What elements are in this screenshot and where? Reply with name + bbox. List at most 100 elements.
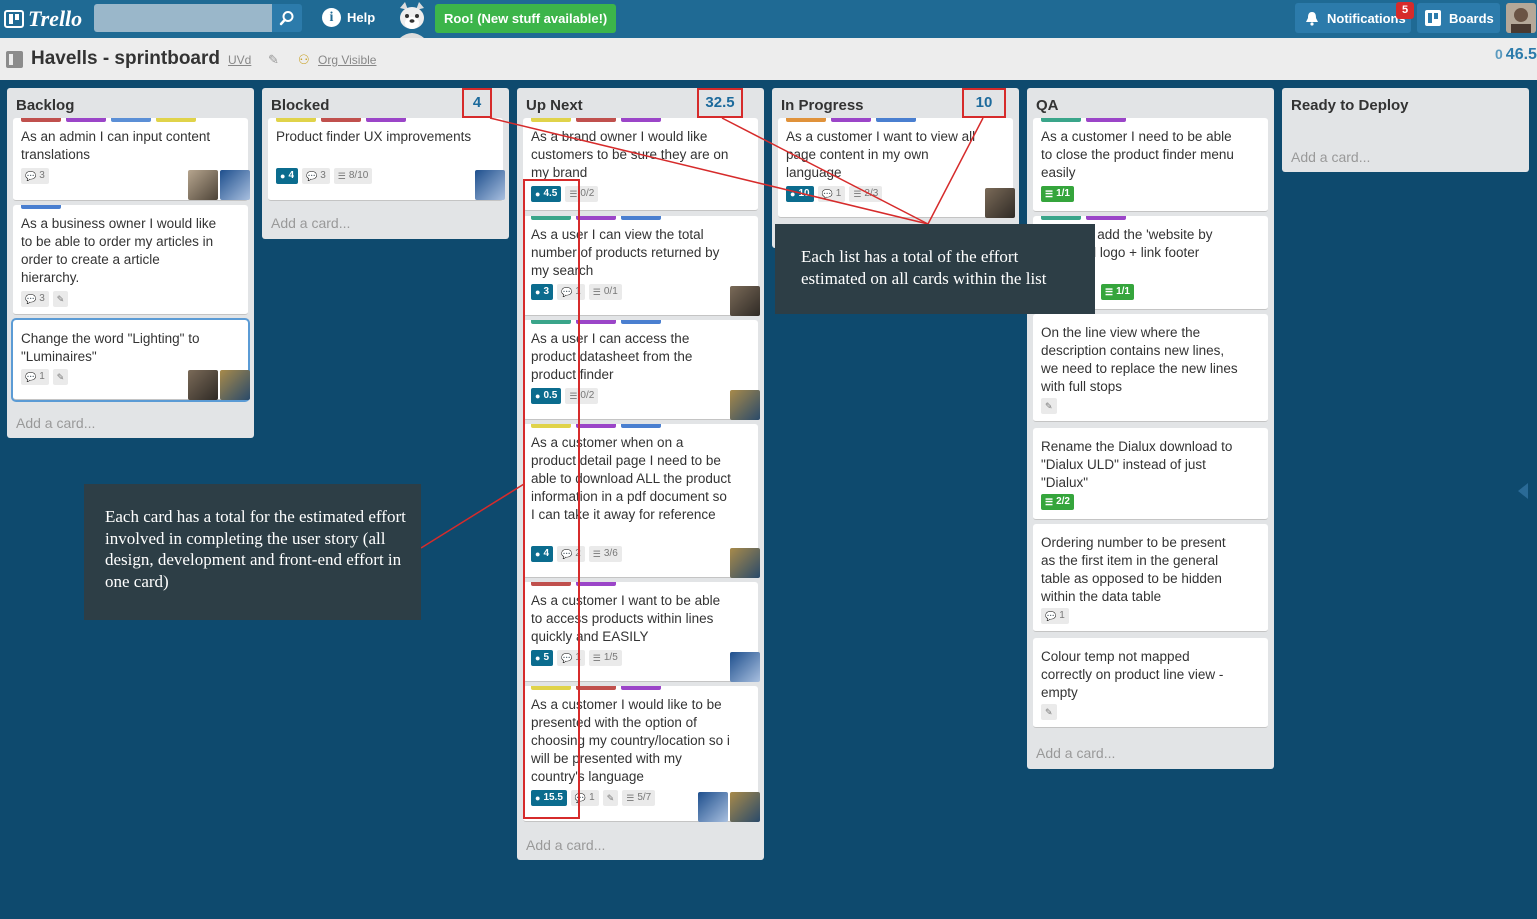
- boards-label: Boards: [1449, 10, 1494, 26]
- card-badges: ✎: [1041, 704, 1057, 720]
- checklist-badge: ☰ 2/3: [849, 186, 883, 202]
- roo-mascot-icon[interactable]: [394, 0, 430, 38]
- card-members: [188, 370, 250, 400]
- checklist-progress: 0/1: [603, 286, 618, 297]
- list-total-blocked: 4: [462, 88, 492, 118]
- checklist-icon: ☰: [1045, 497, 1054, 507]
- list-title[interactable]: Up Next: [526, 97, 583, 114]
- lightbulb-icon: ●: [535, 793, 541, 803]
- comment-icon: 💬: [1045, 611, 1057, 621]
- card[interactable]: As a user I can access the product datas…: [523, 320, 760, 420]
- list-title[interactable]: Blocked: [271, 97, 329, 114]
- card-labels: [531, 118, 661, 122]
- comment-icon: 💬: [306, 171, 318, 181]
- member-avatar[interactable]: [698, 792, 728, 822]
- pencil-icon: ✎: [1045, 707, 1053, 717]
- checklist-badge: ☰ 3/6: [588, 546, 622, 562]
- card[interactable]: As a user I can view the total number of…: [523, 216, 760, 316]
- add-card-link[interactable]: Add a card...: [526, 837, 605, 853]
- add-card-link[interactable]: Add a card...: [1036, 745, 1115, 761]
- card[interactable]: Colour temp not mapped correctly on prod…: [1033, 638, 1268, 728]
- search-button[interactable]: [272, 4, 302, 32]
- card-title: As a customer I need to be able to close…: [1041, 129, 1234, 180]
- member-avatar[interactable]: [730, 390, 760, 420]
- add-card-link[interactable]: Add a card...: [271, 215, 350, 231]
- comment-icon: 💬: [25, 171, 37, 181]
- add-card-link[interactable]: Add a card...: [1291, 149, 1370, 165]
- new-stuff-banner[interactable]: Roo! (New stuff available!): [435, 4, 617, 33]
- label: [576, 686, 616, 690]
- card[interactable]: Change the word "Lighting" to "Luminaire…: [13, 320, 250, 400]
- list-title[interactable]: QA: [1036, 97, 1059, 114]
- notifications-button[interactable]: Notifications: [1295, 3, 1411, 33]
- card[interactable]: On the line view where the description c…: [1033, 314, 1268, 422]
- label: [576, 424, 616, 428]
- label: [621, 118, 661, 122]
- board-title[interactable]: Havells - sprintboard: [31, 48, 220, 70]
- card-badges: 💬 3: [21, 168, 49, 184]
- boards-button[interactable]: Boards: [1417, 3, 1500, 33]
- description-badge: ✎: [1041, 704, 1057, 720]
- comments-count: 3: [320, 170, 326, 181]
- member-avatar[interactable]: [730, 548, 760, 578]
- list-title[interactable]: In Progress: [781, 97, 864, 114]
- card[interactable]: As a brand owner I would like customers …: [523, 118, 758, 211]
- comments-count: 3: [39, 293, 45, 304]
- lightbulb-icon: ●: [535, 287, 541, 297]
- org-link[interactable]: UVd: [228, 53, 251, 67]
- edit-pencil-icon[interactable]: ✎: [268, 52, 279, 68]
- board-header: Havells - sprintboard UVd ✎ ⚇ Org Visibl…: [0, 38, 1537, 80]
- comment-icon: 💬: [25, 294, 37, 304]
- trello-logo[interactable]: Trello: [4, 6, 82, 32]
- estimate-value: 3: [543, 286, 549, 297]
- label: [621, 424, 661, 428]
- card[interactable]: Product finder UX improvements ● 4 💬 3 ☰ 8/…: [268, 118, 505, 201]
- comments-count: 1: [575, 652, 581, 663]
- list-title[interactable]: Backlog: [16, 97, 74, 114]
- checklist-progress: 8/10: [348, 170, 369, 181]
- card[interactable]: As a customer I would like to be present…: [523, 686, 760, 822]
- label: [321, 118, 361, 122]
- card[interactable]: As a customer I want to be able to acces…: [523, 582, 760, 682]
- add-card-link[interactable]: Add a card...: [16, 415, 95, 431]
- member-avatar[interactable]: [475, 170, 505, 200]
- checklist-progress: 1/5: [603, 652, 618, 663]
- card[interactable]: As a customer I need to be able to close…: [1033, 118, 1268, 212]
- label: [1041, 216, 1081, 220]
- card-badges: ● 4 💬 2 ☰ 3/6: [531, 546, 622, 562]
- member-avatar[interactable]: [730, 286, 760, 316]
- card[interactable]: As a customer when on a product detail p…: [523, 424, 760, 578]
- user-avatar[interactable]: [1506, 3, 1536, 33]
- sidebar-expand-arrow-icon[interactable]: [1518, 483, 1528, 499]
- member-avatar[interactable]: [188, 370, 218, 400]
- member-avatar[interactable]: [730, 792, 760, 822]
- list-title[interactable]: Ready to Deploy: [1291, 97, 1409, 114]
- label: [576, 582, 616, 586]
- card[interactable]: As a business owner I would like to be a…: [13, 205, 248, 315]
- info-icon: i: [322, 8, 341, 27]
- card[interactable]: Rename the Dialux download to "Dialux UL…: [1033, 428, 1268, 520]
- lightbulb-icon: ●: [280, 171, 286, 181]
- member-avatar[interactable]: [985, 188, 1015, 218]
- estimate-badge: ● 4.5: [531, 186, 562, 202]
- visibility-link[interactable]: Org Visible: [318, 53, 376, 67]
- card-badges: ☰ 2/2: [1041, 494, 1074, 510]
- notifications-count-badge[interactable]: 5: [1396, 2, 1414, 19]
- member-avatar[interactable]: [220, 370, 250, 400]
- board-total-zero: 0: [1495, 46, 1503, 62]
- search-input[interactable]: [94, 4, 272, 32]
- card-labels: [531, 216, 661, 220]
- label: [531, 582, 571, 586]
- estimate-value: 4.5: [543, 188, 558, 199]
- help-button[interactable]: i Help: [322, 8, 375, 27]
- estimate-badge: ● 4: [531, 546, 553, 562]
- card[interactable]: Ordering number to be present as the fir…: [1033, 524, 1268, 632]
- member-avatar[interactable]: [730, 652, 760, 682]
- estimate-value: 5: [543, 652, 549, 663]
- card-title: On the line view where the description c…: [1041, 325, 1238, 394]
- card-badges: 💬 1 ✎: [21, 369, 69, 385]
- member-avatar[interactable]: [220, 170, 250, 200]
- member-avatar[interactable]: [188, 170, 218, 200]
- card[interactable]: As a customer I want to view all page co…: [778, 118, 1015, 218]
- card[interactable]: As an admin I can input content translat…: [13, 118, 250, 201]
